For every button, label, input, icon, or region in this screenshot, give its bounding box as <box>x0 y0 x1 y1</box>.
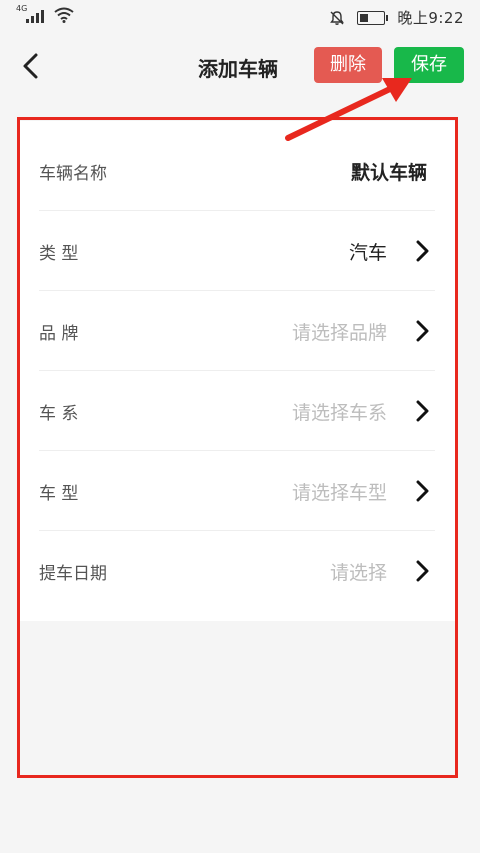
vehicle-form: 车辆名称 默认车辆 类 型 汽车 品 牌 请选择品牌 车 系 请选择车系 车 型… <box>20 121 455 621</box>
form-row-model[interactable]: 车 型 请选择车型 <box>20 451 455 531</box>
status-bar: 4G 晚上9:22 <box>0 0 480 34</box>
vehicle-name-value[interactable]: 默认车辆 <box>351 158 427 185</box>
form-label: 类 型 <box>39 243 79 264</box>
header: 添加车辆 删除 保存 <box>0 34 480 98</box>
delete-button[interactable]: 删除 <box>314 47 382 83</box>
form-row-type[interactable]: 类 型 汽车 <box>20 211 455 291</box>
signal-icon <box>26 9 44 23</box>
chevron-right-icon <box>416 560 429 582</box>
pickup-date-placeholder: 请选择 <box>329 561 387 584</box>
series-placeholder: 请选择车系 <box>291 401 387 424</box>
mute-icon <box>330 10 345 25</box>
wifi-icon <box>54 7 74 23</box>
save-button[interactable]: 保存 <box>394 47 464 83</box>
form-label: 车辆名称 <box>39 163 107 184</box>
brand-placeholder: 请选择品牌 <box>291 321 387 344</box>
chevron-right-icon <box>416 240 429 262</box>
model-placeholder: 请选择车型 <box>291 481 387 504</box>
back-chevron-icon[interactable] <box>16 50 48 82</box>
battery-icon <box>357 10 389 25</box>
page-title: 添加车辆 <box>198 57 278 81</box>
form-label: 车 系 <box>39 403 79 424</box>
status-left: 4G <box>16 4 74 23</box>
form-row-brand[interactable]: 品 牌 请选择品牌 <box>20 291 455 371</box>
status-time: 晚上9:22 <box>397 9 464 27</box>
network-type-label: 4G <box>16 4 28 13</box>
chevron-right-icon <box>416 320 429 342</box>
form-row-series[interactable]: 车 系 请选择车系 <box>20 371 455 451</box>
form-label: 车 型 <box>39 483 79 504</box>
form-row-vehicle-name[interactable]: 车辆名称 默认车辆 <box>20 131 455 211</box>
type-value: 汽车 <box>348 241 387 264</box>
form-row-pickup-date[interactable]: 提车日期 请选择 <box>20 531 455 611</box>
chevron-right-icon <box>416 400 429 422</box>
form-label: 品 牌 <box>39 323 79 344</box>
status-right: 晚上9:22 <box>329 7 464 28</box>
form-label: 提车日期 <box>39 563 107 584</box>
chevron-right-icon <box>416 480 429 502</box>
